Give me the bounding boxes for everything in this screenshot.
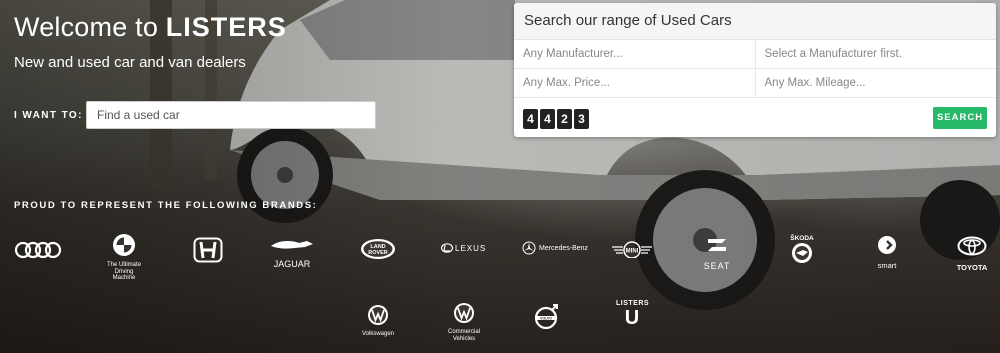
vw-commercial-caption: Commercial Vehicles bbox=[447, 329, 480, 342]
lexus-l-icon bbox=[441, 243, 453, 253]
brand-bmw[interactable]: The Ultimate Driving Machine bbox=[106, 233, 142, 282]
stock-digit: 2 bbox=[557, 109, 572, 129]
listers-u-letter: U bbox=[624, 307, 640, 329]
brand-listers-u[interactable]: LISTERS U bbox=[616, 300, 650, 329]
brand-audi[interactable] bbox=[14, 238, 62, 267]
brand-volvo[interactable]: VOLVO bbox=[533, 304, 559, 335]
stock-digit: 3 bbox=[574, 109, 589, 129]
brand-jaguar[interactable]: JAGUAR bbox=[266, 238, 318, 269]
want-label: I WANT TO: bbox=[14, 110, 83, 121]
title-prefix: Welcome to bbox=[14, 12, 159, 42]
seat-s-icon bbox=[708, 239, 726, 251]
lexus-wordmark: LEXUS bbox=[455, 243, 487, 253]
volvo-iron-mark-icon: VOLVO bbox=[534, 304, 558, 330]
smart-wordmark: smart bbox=[877, 261, 897, 270]
stock-counter: 4 4 2 3 bbox=[523, 109, 589, 129]
vw-caption: Volkswagen bbox=[361, 331, 395, 337]
seat-wordmark: SEAT bbox=[703, 261, 731, 271]
manufacturer-select[interactable]: Any Manufacturer... bbox=[514, 40, 755, 68]
brand-lexus[interactable]: LEXUS bbox=[441, 243, 486, 253]
brands-heading: PROUD TO REPRESENT THE FOLLOWING BRANDS: bbox=[14, 200, 318, 211]
brand-mercedes[interactable]: Mercedes-Benz bbox=[522, 241, 588, 255]
land-rover-oval-icon: LAND ROVER bbox=[361, 239, 395, 259]
brand-toyota[interactable]: TOYOTA bbox=[954, 236, 990, 272]
max-mileage-select[interactable]: Any Max. Mileage... bbox=[754, 69, 996, 97]
skoda-wordmark: ŠKODA bbox=[790, 235, 814, 242]
brand-vw-commercial[interactable]: Commercial Vehicles bbox=[446, 302, 482, 342]
jaguar-wordmark: JAGUAR bbox=[273, 259, 311, 269]
stock-digit: 4 bbox=[540, 109, 555, 129]
model-select[interactable]: Select a Manufacturer first. bbox=[754, 40, 996, 68]
toyota-wordmark: TOYOTA bbox=[956, 263, 988, 272]
bmw-roundel-icon bbox=[113, 234, 135, 256]
mercedes-star-icon bbox=[522, 241, 536, 255]
brand-smart[interactable]: smart bbox=[873, 235, 901, 270]
used-car-search-panel: Search our range of Used Cars Any Manufa… bbox=[514, 3, 996, 137]
toyota-ellipse-icon bbox=[957, 236, 987, 256]
volvo-wordmark: VOLVO bbox=[540, 316, 552, 320]
search-button[interactable]: SEARCH bbox=[933, 107, 987, 129]
want-select-input[interactable] bbox=[86, 101, 376, 129]
brand-land-rover[interactable]: LAND ROVER bbox=[360, 238, 396, 265]
page-subtitle: New and used car and van dealers bbox=[14, 54, 246, 71]
search-panel-title: Search our range of Used Cars bbox=[514, 3, 996, 40]
smart-logo-icon bbox=[878, 236, 896, 254]
brand-mini[interactable]: MINI bbox=[611, 240, 653, 263]
max-price-select[interactable]: Any Max. Price... bbox=[514, 69, 755, 97]
brand-skoda[interactable]: ŠKODA bbox=[787, 235, 817, 269]
brand-honda[interactable] bbox=[193, 237, 223, 268]
landrover-bottom: ROVER bbox=[368, 250, 388, 256]
bmw-tagline: The Ultimate Driving Machine bbox=[106, 262, 141, 282]
skoda-arrow-icon bbox=[792, 243, 812, 263]
mini-wings-icon: MINI bbox=[612, 241, 652, 259]
jaguar-leaper-icon bbox=[271, 241, 313, 249]
vw-commercial-logo-icon bbox=[454, 303, 474, 323]
stock-digit: 4 bbox=[523, 109, 538, 129]
mercedes-wordmark: Mercedes-Benz bbox=[539, 244, 589, 252]
vw-logo-icon bbox=[368, 305, 388, 325]
brand-seat[interactable]: SEAT bbox=[700, 236, 734, 271]
listers-u-top: LISTERS bbox=[616, 300, 650, 307]
mini-wordmark: MINI bbox=[626, 249, 639, 255]
brand-volkswagen[interactable]: Volkswagen bbox=[360, 304, 396, 338]
title-brand: LISTERS bbox=[165, 12, 287, 42]
page-title: Welcome to LISTERS bbox=[14, 12, 287, 43]
honda-h-icon bbox=[193, 237, 223, 263]
audi-rings-icon bbox=[14, 241, 62, 259]
